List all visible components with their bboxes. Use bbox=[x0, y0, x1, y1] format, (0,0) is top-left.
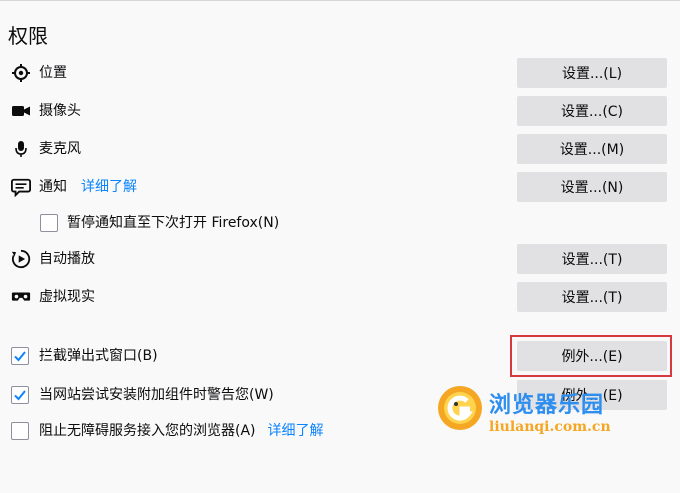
warn-addons-checkbox[interactable] bbox=[11, 386, 29, 404]
block-a11y-checkbox[interactable] bbox=[11, 422, 29, 440]
top-divider bbox=[0, 0, 680, 1]
microphone-icon bbox=[11, 139, 31, 159]
block-a11y-label: 阻止无障碍服务接入您的浏览器(A) 详细了解 bbox=[39, 422, 324, 440]
section-title: 权限 bbox=[8, 24, 48, 48]
autoplay-icon bbox=[11, 249, 31, 269]
microphone-label: 麦克风 bbox=[39, 141, 81, 157]
checkmark-icon bbox=[14, 351, 26, 362]
permission-notifications-row: 通知 详细了解 设置...(N) bbox=[0, 172, 680, 202]
watermark-url: liulanqi.com.cn bbox=[489, 419, 611, 435]
permission-camera-row: 摄像头 设置...(C) bbox=[0, 96, 680, 126]
pause-notifications-row: 暂停通知直至下次打开 Firefox(N) bbox=[0, 208, 680, 238]
notification-icon bbox=[11, 177, 31, 197]
block-popups-exceptions-button[interactable]: 例外...(E) bbox=[517, 341, 667, 371]
vr-headset-icon bbox=[11, 287, 31, 307]
vr-settings-button[interactable]: 设置...(T) bbox=[517, 282, 667, 312]
camera-icon bbox=[11, 101, 31, 121]
camera-label: 摄像头 bbox=[39, 103, 81, 119]
block-popups-label: 拦截弹出式窗口(B) bbox=[39, 348, 158, 364]
duck-logo-icon bbox=[438, 386, 482, 430]
location-settings-button[interactable]: 设置...(L) bbox=[517, 58, 667, 88]
permission-autoplay-row: 自动播放 设置...(T) bbox=[0, 244, 680, 274]
checkmark-icon bbox=[14, 390, 26, 401]
warn-addons-label: 当网站尝试安装附加组件时警告您(W) bbox=[39, 387, 274, 403]
autoplay-label: 自动播放 bbox=[39, 251, 95, 267]
block-a11y-label-text: 阻止无障碍服务接入您的浏览器(A) bbox=[39, 423, 256, 439]
location-label: 位置 bbox=[39, 65, 67, 81]
vr-label: 虚拟现实 bbox=[39, 289, 95, 305]
permission-location-row: 位置 设置...(L) bbox=[0, 58, 680, 88]
watermark: 浏览器乐园 liulanqi.com.cn bbox=[437, 383, 637, 443]
block-a11y-learn-more-link[interactable]: 详细了解 bbox=[268, 423, 324, 439]
notifications-settings-button[interactable]: 设置...(N) bbox=[517, 172, 667, 202]
watermark-title: 浏览器乐园 bbox=[489, 392, 605, 418]
pause-notifications-label: 暂停通知直至下次打开 Firefox(N) bbox=[67, 215, 280, 231]
camera-settings-button[interactable]: 设置...(C) bbox=[517, 96, 667, 126]
notifications-learn-more-link[interactable]: 详细了解 bbox=[81, 179, 137, 195]
pause-notifications-checkbox[interactable] bbox=[40, 214, 58, 232]
notifications-label-text: 通知 bbox=[39, 179, 67, 195]
notifications-label: 通知 详细了解 bbox=[39, 178, 137, 196]
microphone-settings-button[interactable]: 设置...(M) bbox=[517, 134, 667, 164]
permission-microphone-row: 麦克风 设置...(M) bbox=[0, 134, 680, 164]
location-icon bbox=[11, 63, 31, 83]
permission-vr-row: 虚拟现实 设置...(T) bbox=[0, 282, 680, 312]
block-popups-checkbox[interactable] bbox=[11, 347, 29, 365]
autoplay-settings-button[interactable]: 设置...(T) bbox=[517, 244, 667, 274]
block-popups-row: 拦截弹出式窗口(B) 例外...(E) bbox=[0, 341, 680, 371]
